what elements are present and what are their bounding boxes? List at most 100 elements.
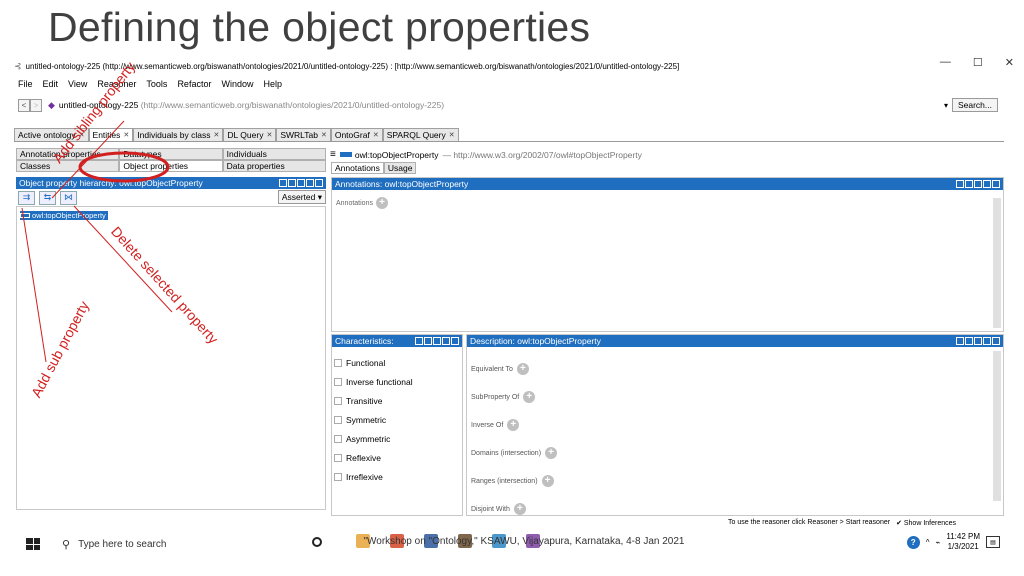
tab-usage[interactable]: Usage <box>383 162 417 174</box>
reasoner-status: To use the reasoner click Reasoner > Sta… <box>728 519 891 526</box>
tab-sparql-query[interactable]: SPARQL Query ✕ <box>382 128 459 141</box>
equivalent-to-row: Equivalent To + <box>471 355 1003 383</box>
inverse-functional-checkbox[interactable]: Inverse functional <box>334 372 462 391</box>
functional-checkbox[interactable]: Functional <box>334 353 462 372</box>
clock[interactable]: 11:42 PM 1/3/2021 <box>946 532 980 552</box>
ranges-row: Ranges (intersection) + <box>471 467 1003 495</box>
tab-dl-query[interactable]: DL Query ✕ <box>223 128 277 141</box>
symmetric-checkbox[interactable]: Symmetric <box>334 410 462 429</box>
window-titlebar: ⊰ untitled-ontology-225 (http://www.sema… <box>14 56 1014 74</box>
menu-edit[interactable]: Edit <box>43 79 59 92</box>
checkbox[interactable] <box>334 396 342 405</box>
add-icon[interactable]: + <box>523 391 536 403</box>
checkbox[interactable] <box>334 377 342 386</box>
checkbox-label: Transitive <box>346 395 383 406</box>
view-controls[interactable] <box>956 180 1000 188</box>
taskbar-search[interactable]: ⚲ Type here to search <box>62 538 166 551</box>
add-icon[interactable]: + <box>541 475 554 487</box>
scrollbar[interactable] <box>993 198 1001 328</box>
checkbox[interactable] <box>334 358 342 367</box>
close-icon[interactable]: ✕ <box>321 131 327 139</box>
close-icon[interactable]: ✕ <box>449 131 455 139</box>
back-button[interactable]: < <box>18 98 30 112</box>
menu-file[interactable]: File <box>18 79 33 92</box>
menu-tools[interactable]: Tools <box>146 79 167 92</box>
add-icon[interactable]: + <box>516 363 529 375</box>
close-icon[interactable]: ✕ <box>266 131 272 139</box>
show-inferences-toggle[interactable]: ✔ Show Inferences <box>896 519 956 527</box>
add-icon[interactable]: + <box>513 503 526 515</box>
row-label: Domains (intersection) <box>471 449 542 457</box>
chevron-up-icon[interactable]: ^ <box>926 538 930 547</box>
close-button[interactable]: ✕ <box>1005 56 1014 69</box>
menu-refactor[interactable]: Refactor <box>177 79 211 92</box>
inverse-of-row: Inverse Of + <box>471 411 1003 439</box>
tab-label: Entities <box>92 130 121 140</box>
tab-entities[interactable]: Entities ✕ <box>88 128 134 141</box>
view-controls[interactable] <box>279 179 323 187</box>
add-sibling-property-button[interactable]: ⇆ <box>39 190 56 205</box>
windows-start-icon[interactable] <box>26 538 40 550</box>
tab-annotations[interactable]: Annotations <box>331 162 384 174</box>
transitive-checkbox[interactable]: Transitive <box>334 391 462 410</box>
tab-individuals[interactable]: Individuals <box>222 148 326 160</box>
reflexive-checkbox[interactable]: Reflexive <box>334 448 462 467</box>
menu-help[interactable]: Help <box>263 79 282 92</box>
system-tray: ? ^ ⌁ 11:42 PM 1/3/2021 ▤ <box>906 532 1000 552</box>
tab-classes[interactable]: Classes <box>16 160 120 172</box>
minimize-button[interactable]: — <box>940 56 951 69</box>
delete-property-button[interactable]: ⋈ <box>60 190 77 205</box>
close-icon[interactable]: ✕ <box>373 131 379 139</box>
checkbox[interactable] <box>334 415 342 424</box>
tab-data-properties[interactable]: Data properties <box>222 160 326 172</box>
add-icon[interactable]: + <box>507 419 520 431</box>
description-title: Description: owl:topObjectProperty <box>470 336 601 346</box>
row-label: Ranges (intersection) <box>471 477 538 485</box>
cortana-icon[interactable] <box>312 537 322 547</box>
hierarchy-toolbar: ⇉ ⇆ ⋈ Asserted ▾ <box>16 189 326 206</box>
tree-item-topobjectproperty[interactable]: owl:topObjectProperty <box>20 211 108 220</box>
forward-button[interactable]: > <box>30 98 42 112</box>
scrollbar[interactable] <box>993 351 1001 501</box>
help-icon[interactable]: ? <box>906 535 920 549</box>
close-icon[interactable]: ✕ <box>214 131 220 139</box>
checkbox[interactable] <box>334 434 342 443</box>
chevron-down-icon[interactable]: ▾ <box>944 101 948 110</box>
checkbox[interactable] <box>334 472 342 481</box>
search-button[interactable]: Search... <box>951 98 998 112</box>
tab-ontograf[interactable]: OntoGraf ✕ <box>330 128 383 141</box>
checkbox[interactable] <box>334 453 342 462</box>
menu-window[interactable]: Window <box>221 79 253 92</box>
tab-swrltab[interactable]: SWRLTab ✕ <box>276 128 331 141</box>
view-controls[interactable] <box>956 337 1000 345</box>
add-annotation-icon[interactable]: + <box>375 197 388 209</box>
menu-view[interactable]: View <box>68 79 87 92</box>
asymmetric-checkbox[interactable]: Asymmetric <box>334 429 462 448</box>
tab-label: SPARQL Query <box>386 130 446 140</box>
notification-icon[interactable]: ▤ <box>986 536 1000 548</box>
tree-item-label: owl:topObjectProperty <box>32 211 106 220</box>
ontology-address[interactable]: untitled-ontology-225 (http://www.semant… <box>59 100 940 110</box>
protege-icon: ⊰ <box>14 60 22 71</box>
network-icon[interactable]: ⌁ <box>936 538 941 547</box>
asserted-dropdown[interactable]: Asserted ▾ <box>277 190 326 204</box>
maximize-button[interactable]: ☐ <box>973 56 983 69</box>
slide-footer: "Workshop on "Ontology," KSAWU, Vijayapu… <box>363 536 685 547</box>
view-controls[interactable] <box>415 337 459 345</box>
row-label: SubProperty Of <box>471 393 520 401</box>
characteristics-header: Characteristics: <box>332 335 462 347</box>
object-property-hierarchy-header: Object property hierarchy: owl:topObject… <box>16 177 326 189</box>
annotations-header: Annotations: owl:topObjectProperty <box>332 178 1003 190</box>
characteristics-panel: Characteristics: Functional Inverse func… <box>331 334 463 516</box>
menu-icon[interactable]: ≡ <box>330 149 336 160</box>
irreflexive-checkbox[interactable]: Irreflexive <box>334 467 462 486</box>
entity-name: owl:topObjectProperty <box>354 149 439 160</box>
add-icon[interactable]: + <box>545 447 558 459</box>
add-sub-property-button[interactable]: ⇉ <box>18 190 35 205</box>
annotations-label: Annotations <box>336 199 373 207</box>
hierarchy-title: Object property hierarchy: owl:topObject… <box>19 178 203 188</box>
tab-individuals-by-class[interactable]: Individuals by class ✕ <box>133 128 224 141</box>
tab-datatypes[interactable]: Datatypes <box>119 148 223 160</box>
close-icon[interactable]: ✕ <box>123 131 129 139</box>
tab-object-properties[interactable]: Object properties <box>119 160 223 172</box>
